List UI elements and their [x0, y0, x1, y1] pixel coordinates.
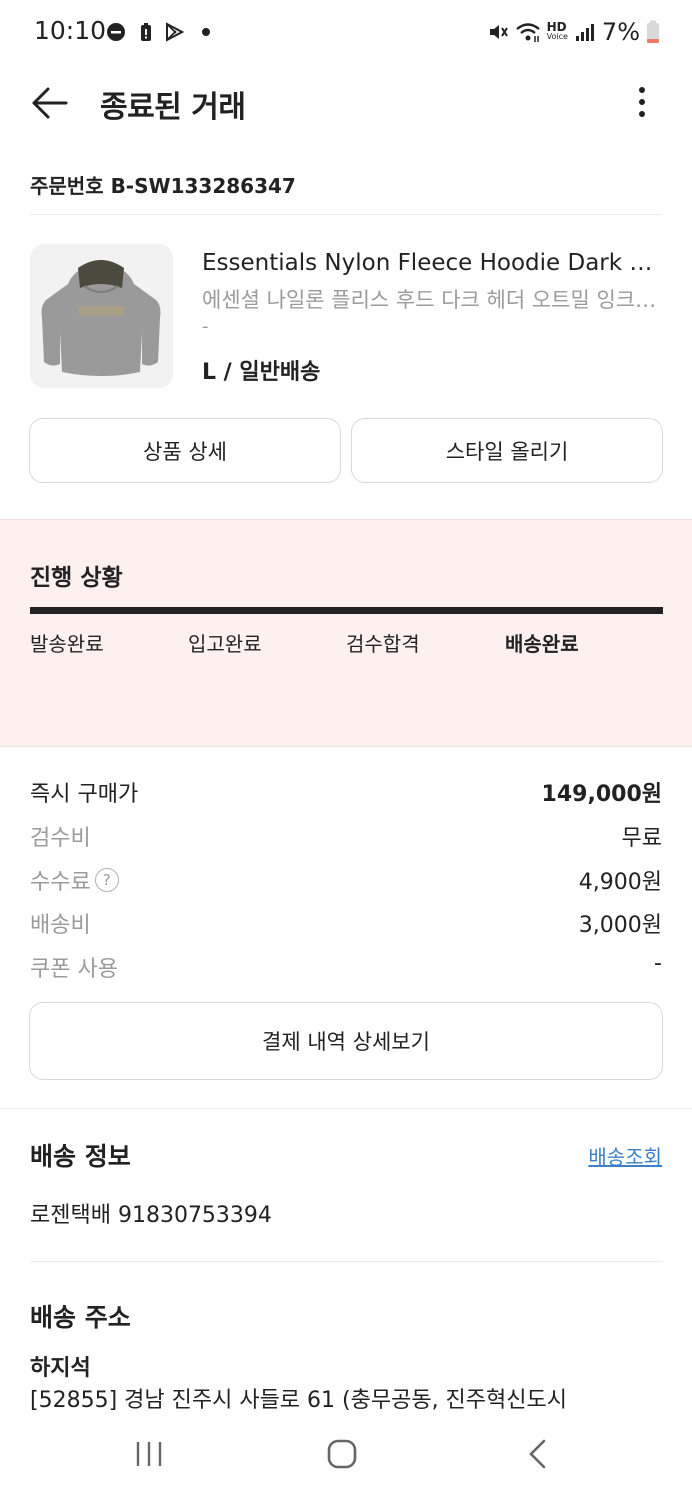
progress-bar [30, 607, 663, 614]
divider [30, 214, 662, 215]
product-name-en[interactable]: Essentials Nylon Fleece Hoodie Dark Heat… [202, 250, 662, 276]
notification-dot-icon [202, 28, 210, 36]
nav-back-icon[interactable] [526, 1438, 548, 1470]
delivery-info-title: 배송 정보 [30, 1142, 131, 1171]
product-detail-button[interactable]: 상품 상세 [29, 418, 341, 483]
step-shipped: 발송완료 [30, 632, 104, 656]
wifi-icon [515, 23, 540, 42]
price-label-fee: 수수료 [30, 870, 91, 895]
address-line: [52855] 경남 진주시 사들로 61 (충무공동, 진주혁신도시 [30, 1388, 568, 1413]
price-value-coupon: - [654, 951, 662, 976]
hd-voice-badge: HD Voice [546, 20, 568, 42]
price-value-inspection: 무료 [621, 826, 662, 851]
price-value-buy-now: 149,000원 [541, 782, 662, 807]
price-label-shipping: 배송비 [30, 913, 91, 938]
step-inspected: 검수합격 [346, 632, 420, 656]
price-label-fee-row: 수수료 ? [30, 864, 119, 896]
help-circle-icon[interactable]: ? [94, 868, 119, 892]
track-delivery-link[interactable]: 배송조회 [588, 1141, 662, 1170]
status-time: 10:10 [34, 16, 107, 45]
product-dash: - [202, 316, 209, 337]
dnd-icon [107, 23, 125, 41]
post-style-button[interactable]: 스타일 올리기 [351, 418, 663, 483]
battery-percent: 7% [601, 18, 640, 46]
address-title: 배송 주소 [30, 1303, 131, 1332]
page-title: 종료된 거래 [100, 90, 246, 125]
voice-label: Voice [546, 32, 568, 41]
price-label-buy-now: 즉시 구매가 [30, 782, 139, 807]
price-value-shipping: 3,000원 [578, 913, 662, 938]
battery-alert-icon [141, 23, 151, 41]
more-options-icon[interactable] [628, 84, 656, 120]
progress-title: 진행 상황 [30, 565, 123, 591]
mute-icon [489, 25, 508, 39]
recipient-name: 하지석 [30, 1356, 91, 1381]
payment-detail-button[interactable]: 결제 내역 상세보기 [29, 1002, 663, 1080]
product-name-ko: 에센셜 나일론 플리스 후드 다크 헤더 오트밀 잉크 그린 [202, 288, 662, 312]
price-label-coupon: 쿠폰 사용 [30, 957, 118, 982]
signal-icon [575, 24, 594, 41]
step-received: 입고완료 [188, 632, 262, 656]
divider [0, 1108, 692, 1109]
battery-icon [647, 20, 659, 43]
back-arrow-icon[interactable] [30, 86, 70, 120]
order-number: 주문번호 B-SW133286347 [30, 174, 296, 198]
status-right-cluster: HD Voice 7% [487, 18, 660, 46]
price-label-inspection: 검수비 [30, 826, 91, 851]
hoodie-image [41, 260, 161, 376]
hd-label: HD [546, 20, 567, 34]
product-option: L / 일반배송 [202, 360, 321, 385]
home-icon[interactable] [326, 1438, 358, 1470]
product-image[interactable] [30, 244, 173, 388]
step-delivered: 배송완료 [505, 632, 579, 656]
price-value-fee: 4,900원 [578, 870, 662, 895]
play-store-icon [166, 22, 184, 42]
recent-apps-icon[interactable] [134, 1438, 164, 1470]
carrier-tracking: 로젠택배 91830753394 [30, 1203, 272, 1228]
divider [30, 1261, 662, 1262]
